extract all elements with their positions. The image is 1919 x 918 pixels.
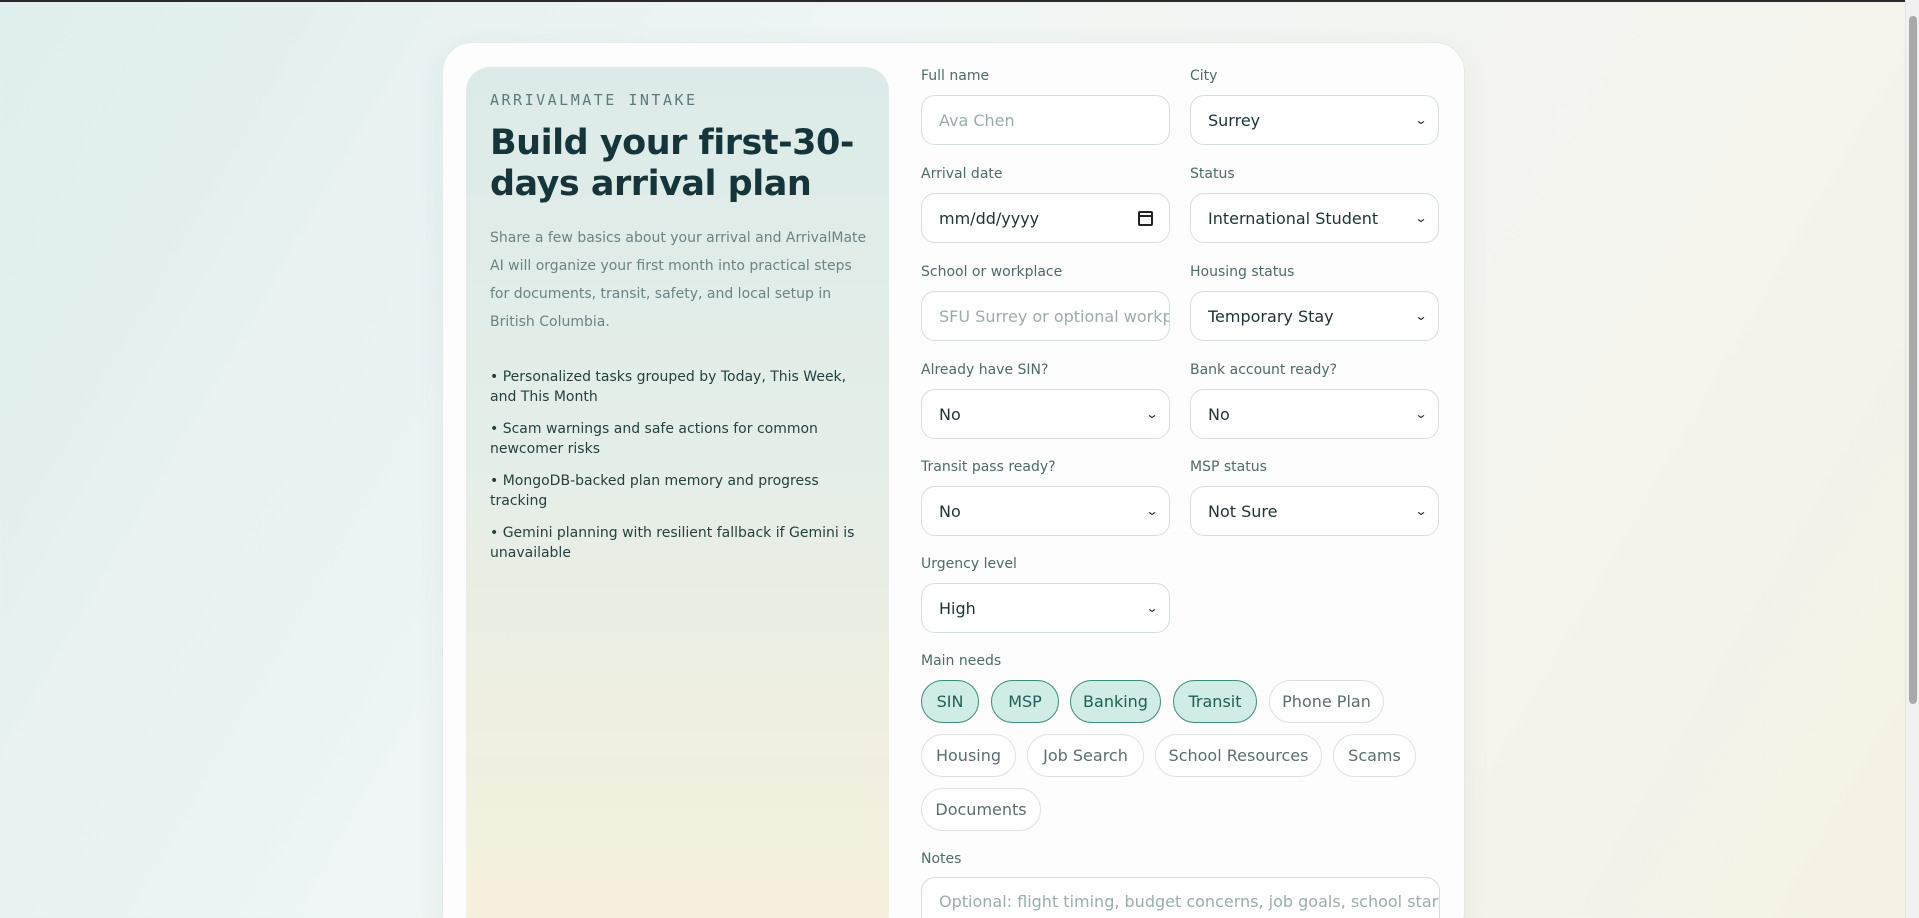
- need-chip-housing[interactable]: Housing: [921, 734, 1016, 777]
- feature-item: • MongoDB-backed plan memory and progres…: [490, 473, 819, 509]
- sin-select[interactable]: No ⌄: [921, 389, 1170, 439]
- chevron-down-icon: ⌄: [1414, 504, 1428, 518]
- need-chip-sin[interactable]: SIN: [921, 680, 979, 723]
- sin-label: Already have SIN?: [921, 362, 1049, 378]
- scrollbar-thumb[interactable]: [1909, 16, 1917, 704]
- need-chip-phone-plan[interactable]: Phone Plan: [1269, 680, 1384, 723]
- eyebrow-label: ARRIVALMATE INTAKE: [490, 91, 698, 109]
- notes-textarea[interactable]: Optional: flight timing, budget concerns…: [921, 877, 1440, 918]
- intro-description: Share a few basics about your arrival an…: [490, 230, 867, 330]
- school-input[interactable]: SFU Surrey or optional workp: [921, 291, 1170, 341]
- feature-item: • Gemini planning with resilient fallbac…: [490, 525, 855, 561]
- transit-select[interactable]: No ⌄: [921, 486, 1170, 536]
- chevron-down-icon: ⌄: [1414, 211, 1428, 225]
- page-title: Build your first-30-days arrival plan: [490, 123, 854, 204]
- housing-label: Housing status: [1190, 264, 1295, 280]
- feature-list: • Personalized tasks grouped by Today, T…: [490, 367, 872, 575]
- need-chip-school-resources[interactable]: School Resources: [1155, 734, 1322, 777]
- calendar-icon[interactable]: [1138, 211, 1153, 226]
- need-chip-transit[interactable]: Transit: [1173, 680, 1257, 723]
- city-select[interactable]: Surrey ⌄: [1190, 95, 1439, 145]
- chevron-down-icon: ⌄: [1145, 407, 1159, 421]
- window-top-border: [0, 0, 1919, 2]
- chevron-down-icon: ⌄: [1414, 309, 1428, 323]
- chevron-down-icon: ⌄: [1145, 504, 1159, 518]
- page-scrollbar[interactable]: [1905, 0, 1919, 918]
- chevron-down-icon: ⌄: [1414, 407, 1428, 421]
- housing-select[interactable]: Temporary Stay ⌄: [1190, 291, 1439, 341]
- main-needs-label: Main needs: [921, 653, 1002, 669]
- urgency-select[interactable]: High ⌄: [921, 583, 1170, 633]
- transit-value: No: [939, 501, 961, 521]
- need-chip-banking[interactable]: Banking: [1070, 680, 1161, 723]
- bank-label: Bank account ready?: [1190, 362, 1338, 378]
- feature-item: • Scam warnings and safe actions for com…: [490, 421, 818, 457]
- status-label: Status: [1190, 166, 1235, 182]
- urgency-value: High: [939, 598, 976, 618]
- full-name-input[interactable]: Ava Chen: [921, 95, 1170, 145]
- need-chip-msp[interactable]: MSP: [991, 680, 1059, 723]
- housing-value: Temporary Stay: [1208, 306, 1334, 326]
- notes-label: Notes: [921, 851, 962, 867]
- msp-label: MSP status: [1190, 459, 1267, 475]
- full-name-label: Full name: [921, 68, 990, 84]
- msp-value: Not Sure: [1208, 501, 1278, 521]
- feature-item: • Personalized tasks grouped by Today, T…: [490, 369, 847, 405]
- school-label: School or workplace: [921, 264, 1063, 280]
- need-chip-documents[interactable]: Documents: [921, 788, 1041, 831]
- arrival-date-label: Arrival date: [921, 166, 1003, 182]
- city-label: City: [1190, 68, 1218, 84]
- transit-label: Transit pass ready?: [921, 459, 1056, 475]
- need-chip-job-search[interactable]: Job Search: [1027, 734, 1144, 777]
- chevron-down-icon: ⌄: [1414, 113, 1428, 127]
- msp-select[interactable]: Not Sure ⌄: [1190, 486, 1439, 536]
- chevron-down-icon: ⌄: [1145, 601, 1159, 615]
- intro-panel: ARRIVALMATE INTAKE Build your first-30-d…: [466, 67, 889, 918]
- bank-select[interactable]: No ⌄: [1190, 389, 1439, 439]
- status-select[interactable]: International Student ⌄: [1190, 193, 1439, 243]
- arrival-date-value: mm/dd/yyyy: [939, 208, 1040, 228]
- arrival-date-input[interactable]: mm/dd/yyyy: [921, 193, 1170, 243]
- status-value: International Student: [1208, 208, 1379, 228]
- city-value: Surrey: [1208, 110, 1261, 130]
- sin-value: No: [939, 404, 961, 424]
- bank-value: No: [1208, 404, 1230, 424]
- need-chip-scams[interactable]: Scams: [1333, 734, 1416, 777]
- urgency-label: Urgency level: [921, 556, 1017, 572]
